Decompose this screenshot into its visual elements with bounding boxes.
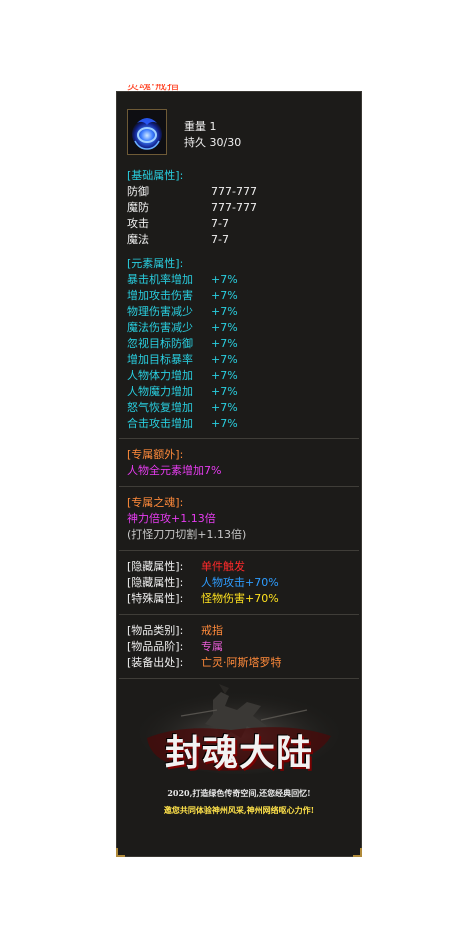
element-attr-label: 增加攻击伤害 [127, 289, 193, 302]
element-attr-row: 人物体力增加 +7% [127, 368, 238, 383]
element-attr-row: 魔法伤害减少 +7% [127, 320, 238, 335]
basic-attr-value: 7-7 [211, 233, 229, 246]
element-attr-label: 暴击机率增加 [127, 273, 193, 286]
durability-row: 持久 30/30 [184, 135, 241, 150]
element-attr-value: +7% [211, 337, 238, 350]
basic-attr-row: 攻击 7-7 [127, 216, 229, 231]
hidden-attr-label: [隐藏属性]: [127, 560, 184, 573]
exclusive-soul-line1: 神力倍攻+1.13倍 [127, 512, 216, 525]
item-category-label: [物品类别]: [127, 624, 184, 637]
item-source-row: [装备出处]: 亡灵·阿斯塔罗特 [127, 655, 282, 670]
special-attr-label: [特殊属性]: [127, 592, 184, 605]
exclusive-soul-header: [专属之魂]: [127, 496, 184, 509]
blue-ring-icon [129, 111, 165, 153]
special-attr-row: [特殊属性]: 怪物伤害+70% [127, 591, 279, 606]
frame-corner [353, 848, 362, 857]
section-divider [119, 550, 359, 551]
element-attr-label: 魔法伤害减少 [127, 321, 193, 334]
element-attr-value: +7% [211, 273, 238, 286]
element-attr-value: +7% [211, 369, 238, 382]
element-attr-value: +7% [211, 289, 238, 302]
banner-slogan-line1: 2020,打造绿色传奇空间,还您经典回忆! [167, 788, 311, 798]
exclusive-soul-line2: (打怪刀刀切割+1.13倍) [127, 528, 247, 541]
element-attr-row: 合击攻击增加 +7% [127, 416, 238, 431]
hidden-attr-row: [隐藏属性]: 单件触发 [127, 559, 245, 574]
promo-banner: 封魂大陆 2020,打造绿色传奇空间,还您经典回忆! 邀您共同体验神州风采,神州… [121, 680, 357, 850]
element-attributes-header: [元素属性]: [127, 257, 184, 270]
item-grade-label: [物品品阶]: [127, 640, 184, 653]
game-logo: 封魂大陆 [164, 732, 313, 774]
exclusive-extra-header: [专属额外]: [127, 448, 184, 461]
weight-row: 重量 1 [184, 119, 217, 134]
basic-attr-label: 攻击 [127, 217, 149, 230]
section-divider [119, 678, 359, 679]
element-attr-row: 增加目标暴率 +7% [127, 352, 238, 367]
durability-label: 持久 [184, 136, 206, 149]
item-tooltip: 灵魂·戒指 重量 1 持久 30/30 [基础属性]: 防御 777-777 魔… [116, 84, 362, 857]
element-attr-label: 合击攻击增加 [127, 417, 193, 430]
element-attr-value: +7% [211, 353, 238, 366]
element-attr-label: 物理伤害减少 [127, 305, 193, 318]
element-attr-value: +7% [211, 321, 238, 334]
hidden-attr-value: 单件触发 [201, 560, 245, 573]
item-source-value: 亡灵·阿斯塔罗特 [201, 656, 282, 669]
element-attr-row: 增加攻击伤害 +7% [127, 288, 238, 303]
section-divider [119, 438, 359, 439]
basic-attr-label: 防御 [127, 185, 149, 198]
basic-attr-value: 777-777 [211, 185, 257, 198]
section-divider [119, 486, 359, 487]
item-title-clipped: 灵魂·戒指 [127, 84, 179, 94]
basic-attributes-header: [基础属性]: [127, 169, 184, 182]
weight-label: 重量 [184, 120, 206, 133]
hidden-attr-label: [隐藏属性]: [127, 576, 184, 589]
basic-attr-value: 777-777 [211, 201, 257, 214]
exclusive-extra-text: 人物全元素增加7% [127, 464, 222, 477]
banner-slogan-line2: 邀您共同体验神州风采,神州网络呕心力作! [163, 805, 315, 815]
item-grade-value: 专属 [201, 640, 223, 653]
weight-value: 1 [209, 120, 217, 133]
element-attr-row: 忽视目标防御 +7% [127, 336, 238, 351]
element-attr-value: +7% [211, 385, 238, 398]
element-attr-row: 怒气恢复增加 +7% [127, 400, 238, 415]
basic-attr-label: 魔防 [127, 201, 149, 214]
item-category-row: [物品类别]: 戒指 [127, 623, 223, 638]
section-divider [119, 614, 359, 615]
basic-attr-label: 魔法 [127, 233, 149, 246]
basic-attr-row: 防御 777-777 [127, 184, 257, 199]
element-attr-row: 暴击机率增加 +7% [127, 272, 238, 287]
basic-attr-row: 魔法 7-7 [127, 232, 229, 247]
element-attr-row: 物理伤害减少 +7% [127, 304, 238, 319]
basic-attr-row: 魔防 777-777 [127, 200, 257, 215]
item-source-label: [装备出处]: [127, 656, 184, 669]
element-attr-label: 忽视目标防御 [127, 337, 193, 350]
element-attr-label: 增加目标暴率 [127, 353, 193, 366]
element-attr-value: +7% [211, 305, 238, 318]
basic-attr-value: 7-7 [211, 217, 229, 230]
element-attr-row: 人物魔力增加 +7% [127, 384, 238, 399]
element-attr-label: 人物魔力增加 [127, 385, 193, 398]
durability-value: 30/30 [209, 136, 242, 149]
item-title: 灵魂·戒指 [127, 84, 179, 92]
item-category-value: 戒指 [201, 624, 223, 637]
item-grade-row: [物品品阶]: 专属 [127, 639, 223, 654]
element-attr-label: 人物体力增加 [127, 369, 193, 382]
element-attr-value: +7% [211, 401, 238, 414]
item-icon-slot[interactable] [127, 109, 167, 155]
special-attr-value: 怪物伤害+70% [201, 592, 279, 605]
frame-corner [116, 848, 125, 857]
element-attr-label: 怒气恢复增加 [127, 401, 193, 414]
element-attr-value: +7% [211, 417, 238, 430]
hidden-attr-value: 人物攻击+70% [201, 576, 279, 589]
hidden-attr-row: [隐藏属性]: 人物攻击+70% [127, 575, 279, 590]
